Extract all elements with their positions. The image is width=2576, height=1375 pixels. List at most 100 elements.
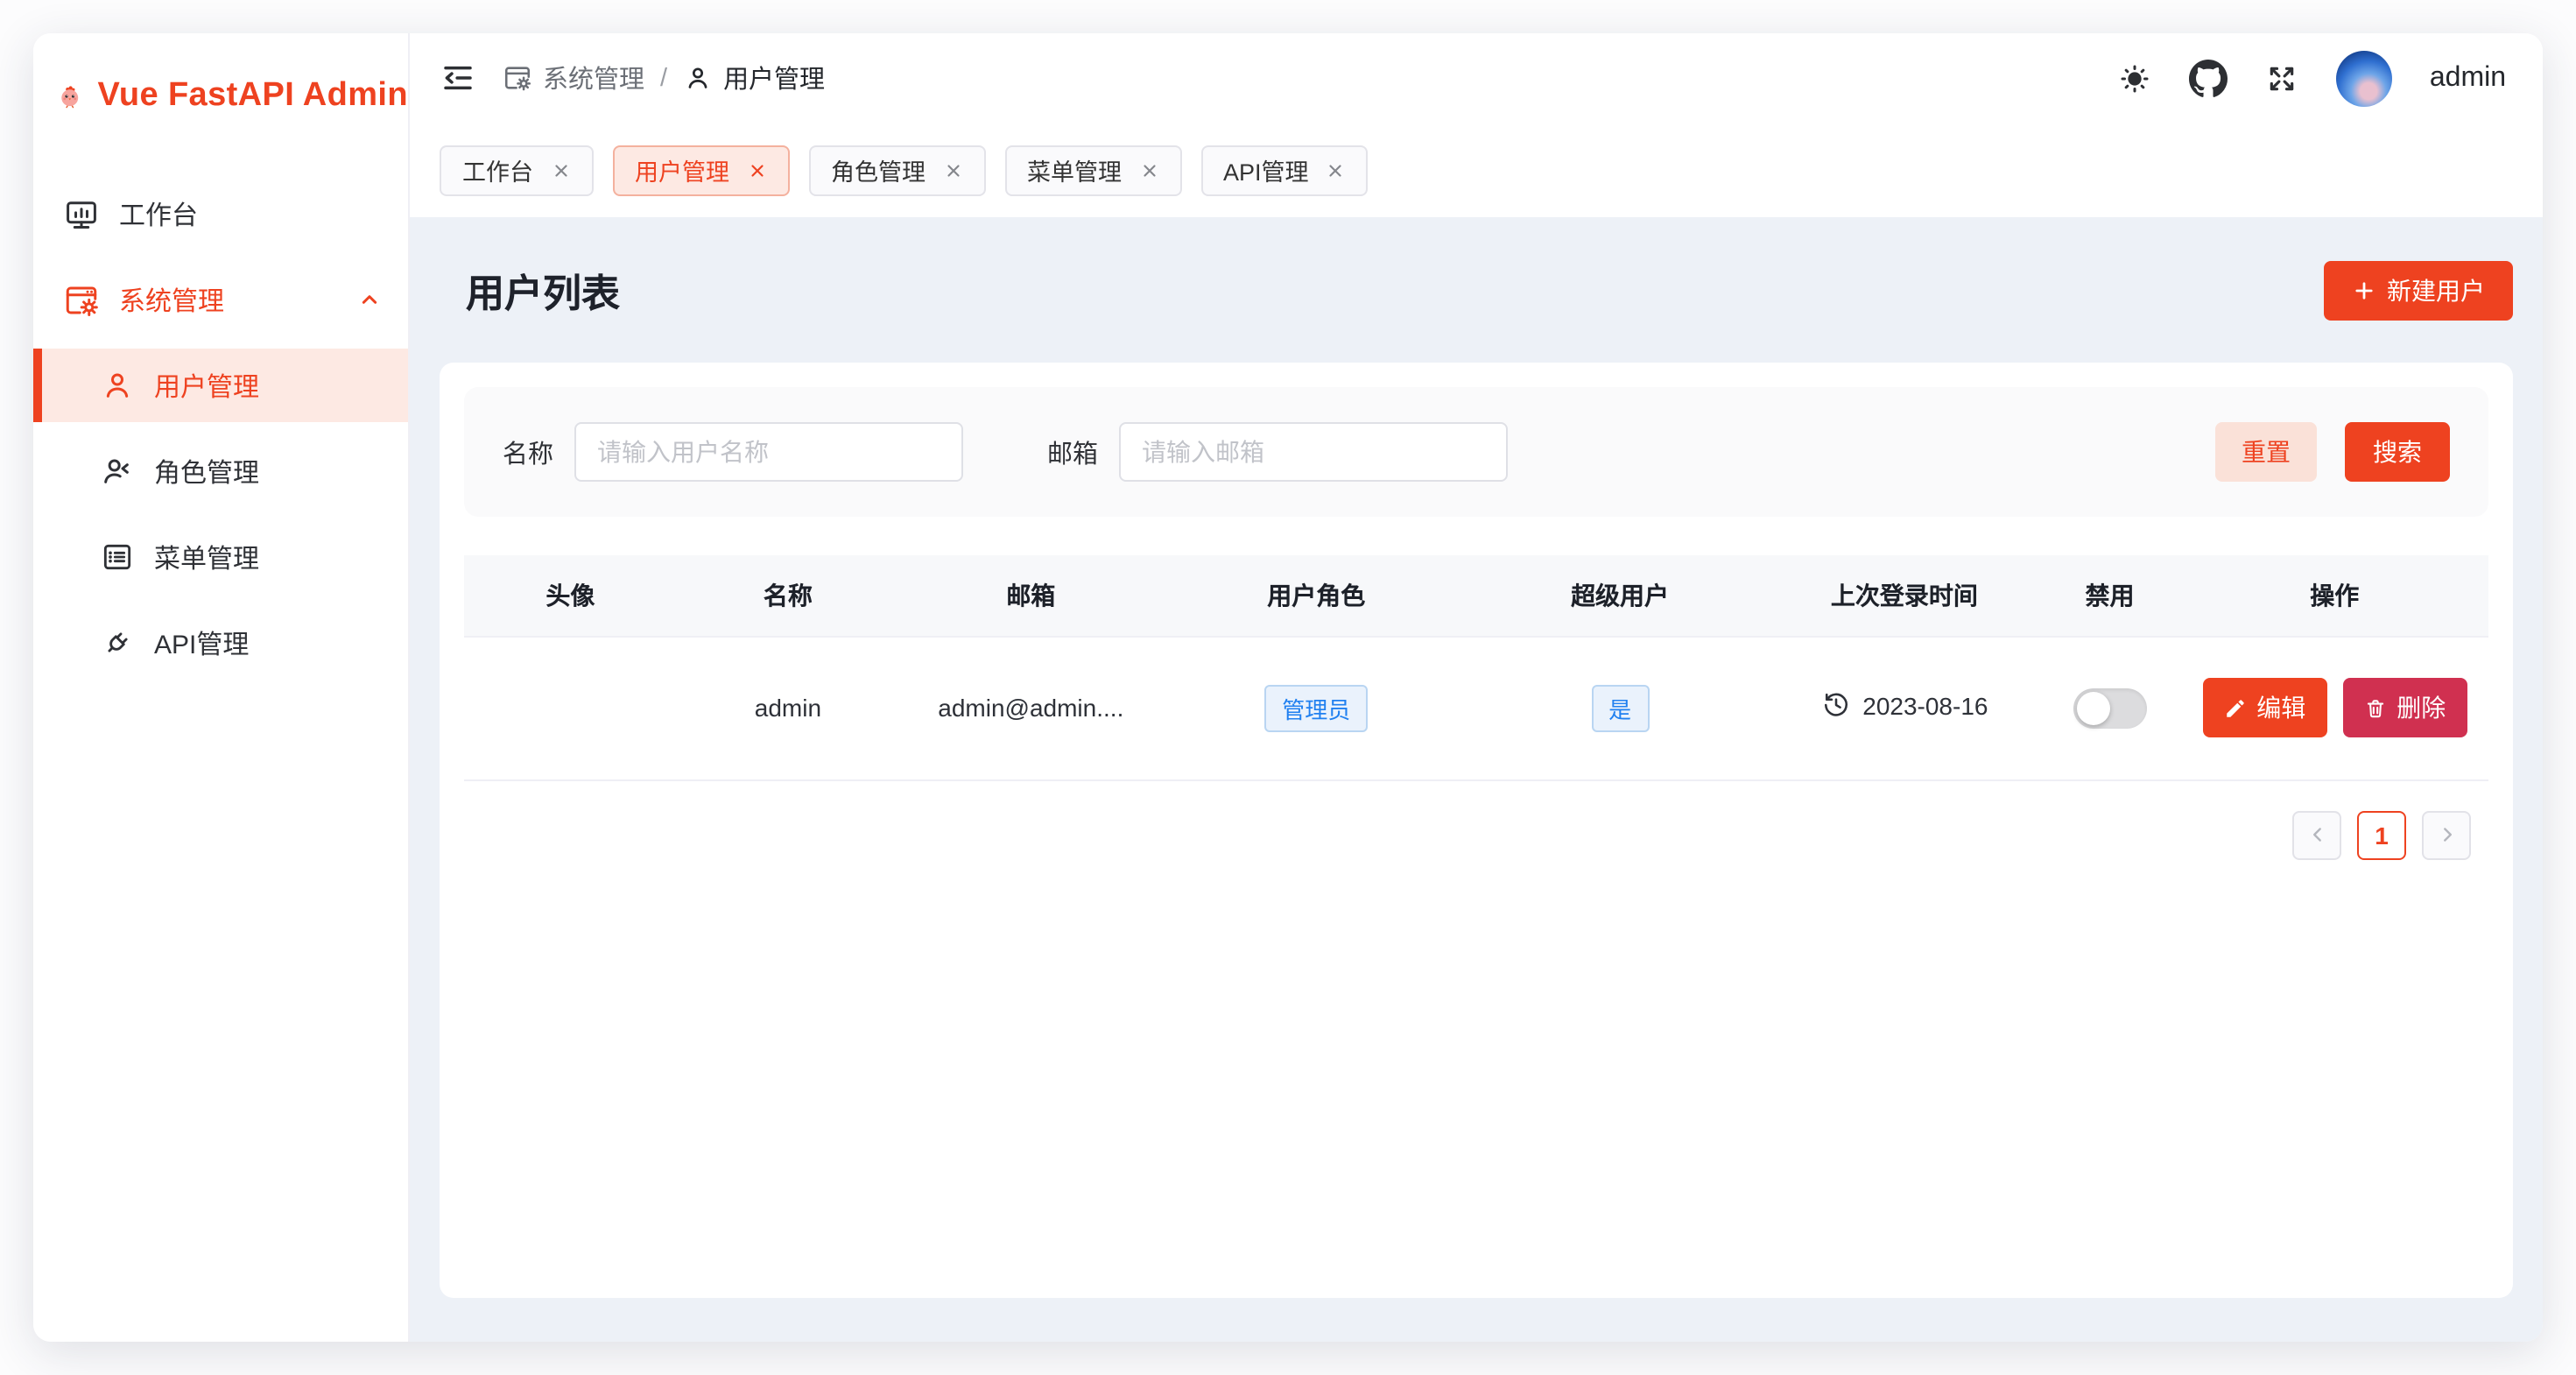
- breadcrumb-item-users[interactable]: 用户管理: [683, 60, 825, 96]
- edit-button[interactable]: 编辑: [2202, 678, 2326, 737]
- superuser-tag: 是: [1591, 684, 1649, 731]
- logo: Vue FastAPI Admin: [33, 33, 408, 131]
- sidebar-item-role-management[interactable]: 角色管理: [33, 434, 408, 508]
- cell-role: 管理员: [1163, 636, 1470, 779]
- cell-disabled: [2039, 636, 2181, 779]
- col-last-login: 上次登录时间: [1770, 555, 2038, 636]
- delete-button[interactable]: 删除: [2342, 678, 2467, 737]
- tab-bar: 工作台 用户管理 角色管理 菜单管理: [410, 123, 2543, 217]
- breadcrumb: 系统管理 / 用户管理: [503, 60, 825, 96]
- cell-name: admin: [677, 636, 899, 779]
- sidebar-item-menu-management[interactable]: 菜单管理: [33, 520, 408, 594]
- tab-close-icon[interactable]: [1327, 160, 1346, 180]
- cell-superuser: 是: [1470, 636, 1770, 779]
- col-avatar: 头像: [464, 555, 677, 636]
- tab-menu-management[interactable]: 菜单管理: [1004, 145, 1181, 195]
- tab-workbench[interactable]: 工作台: [440, 145, 593, 195]
- main-area: 系统管理 / 用户管理: [410, 33, 2543, 1342]
- theme-sun-icon[interactable]: [2118, 60, 2153, 95]
- tab-label: 工作台: [462, 152, 533, 187]
- page-next-icon: [2435, 823, 2458, 846]
- cell-avatar: [464, 636, 677, 779]
- col-email: 邮箱: [899, 555, 1163, 636]
- user-icon: [100, 368, 135, 403]
- table-row: admin admin@admin.... 管理员 是: [464, 636, 2488, 779]
- tab-label: 用户管理: [635, 152, 729, 187]
- github-icon[interactable]: [2190, 59, 2228, 97]
- tab-close-icon[interactable]: [747, 160, 766, 180]
- top-header: 系统管理 / 用户管理: [410, 33, 2543, 123]
- collapse-sidebar-icon[interactable]: [440, 60, 476, 96]
- cell-last-login: 2023-08-16: [1770, 636, 2038, 779]
- sidebar-item-user-management[interactable]: 用户管理: [33, 349, 408, 422]
- pagination: 1: [464, 810, 2488, 859]
- role-tag: 管理员: [1264, 684, 1368, 731]
- chicken-logo-icon: [58, 67, 82, 126]
- trash-icon: [2363, 696, 2386, 719]
- page-next-button[interactable]: [2422, 810, 2471, 859]
- tab-close-icon[interactable]: [551, 160, 570, 180]
- tab-close-icon[interactable]: [1139, 160, 1158, 180]
- col-disabled: 禁用: [2039, 555, 2181, 636]
- breadcrumb-separator: /: [660, 64, 667, 92]
- page-prev-icon: [2305, 823, 2328, 846]
- sidebar-item-api-management[interactable]: API管理: [33, 606, 408, 680]
- last-login-value: 2023-08-16: [1862, 691, 1988, 719]
- filter-panel: 名称 邮箱 重置 搜索: [464, 387, 2488, 517]
- system-window-gear-icon: [63, 281, 100, 318]
- col-role: 用户角色: [1163, 555, 1470, 636]
- sidebar-item-label: 用户管理: [154, 367, 259, 404]
- tab-api-management[interactable]: API管理: [1200, 145, 1369, 195]
- page-title: 用户列表: [466, 262, 620, 318]
- plus-icon: [2352, 278, 2376, 302]
- app-window: Vue FastAPI Admin 工作台 系统管理: [33, 33, 2543, 1342]
- app-title: Vue FastAPI Admin: [98, 77, 409, 116]
- email-filter-input[interactable]: [1119, 422, 1508, 482]
- sidebar-item-label: 角色管理: [154, 453, 259, 490]
- cell-email: admin@admin....: [899, 636, 1163, 779]
- edit-label: 编辑: [2256, 690, 2305, 725]
- page-number-1[interactable]: 1: [2357, 810, 2406, 859]
- sidebar-menu: 工作台 系统管理 用户管: [33, 177, 408, 680]
- breadcrumb-system-icon: [503, 63, 532, 93]
- tab-label: 角色管理: [831, 152, 926, 187]
- delete-label: 删除: [2397, 690, 2446, 725]
- cell-actions: 编辑 删除: [2180, 636, 2488, 779]
- username[interactable]: admin: [2430, 62, 2506, 94]
- page-title-row: 用户列表 新建用户: [440, 217, 2513, 363]
- sidebar-item-label: 菜单管理: [154, 539, 259, 575]
- name-filter-label: 名称: [503, 434, 553, 470]
- chevron-up-icon: [355, 286, 384, 314]
- search-button[interactable]: 搜索: [2345, 422, 2450, 482]
- sidebar-item-label: API管理: [154, 624, 249, 661]
- fullscreen-icon[interactable]: [2265, 60, 2300, 95]
- new-user-label: 新建用户: [2387, 272, 2485, 307]
- new-user-button[interactable]: 新建用户: [2324, 260, 2513, 320]
- tab-label: 菜单管理: [1027, 152, 1122, 187]
- history-clock-icon: [1820, 690, 1850, 720]
- breadcrumb-item-system[interactable]: 系统管理: [503, 60, 644, 96]
- reset-button[interactable]: 重置: [2215, 422, 2317, 482]
- user-avatar[interactable]: [2337, 50, 2393, 106]
- sidebar-item-label: 系统管理: [119, 281, 224, 318]
- tab-role-management[interactable]: 角色管理: [808, 145, 985, 195]
- col-superuser: 超级用户: [1470, 555, 1770, 636]
- menu-list-icon: [100, 539, 135, 575]
- tab-user-management[interactable]: 用户管理: [612, 145, 789, 195]
- sidebar-item-label: 工作台: [119, 195, 198, 232]
- header-actions: admin: [2118, 50, 2506, 106]
- sidebar-item-workbench[interactable]: 工作台: [33, 177, 408, 250]
- sidebar-item-system-management[interactable]: 系统管理: [33, 263, 408, 336]
- breadcrumb-label: 系统管理: [543, 60, 644, 96]
- sidebar: Vue FastAPI Admin 工作台 系统管理: [33, 33, 410, 1342]
- col-name: 名称: [677, 555, 899, 636]
- tab-close-icon[interactable]: [943, 160, 962, 180]
- content-area: 用户列表 新建用户 名称 邮箱 重置 搜索: [410, 217, 2543, 1342]
- page-prev-button[interactable]: [2292, 810, 2341, 859]
- name-filter-input[interactable]: [574, 422, 963, 482]
- breadcrumb-user-icon: [683, 63, 713, 93]
- tab-label: API管理: [1223, 152, 1309, 187]
- disable-toggle[interactable]: [2073, 688, 2147, 728]
- col-actions: 操作: [2180, 555, 2488, 636]
- users-table: 头像 名称 邮箱 用户角色 超级用户 上次登录时间 禁用 操作: [464, 555, 2488, 780]
